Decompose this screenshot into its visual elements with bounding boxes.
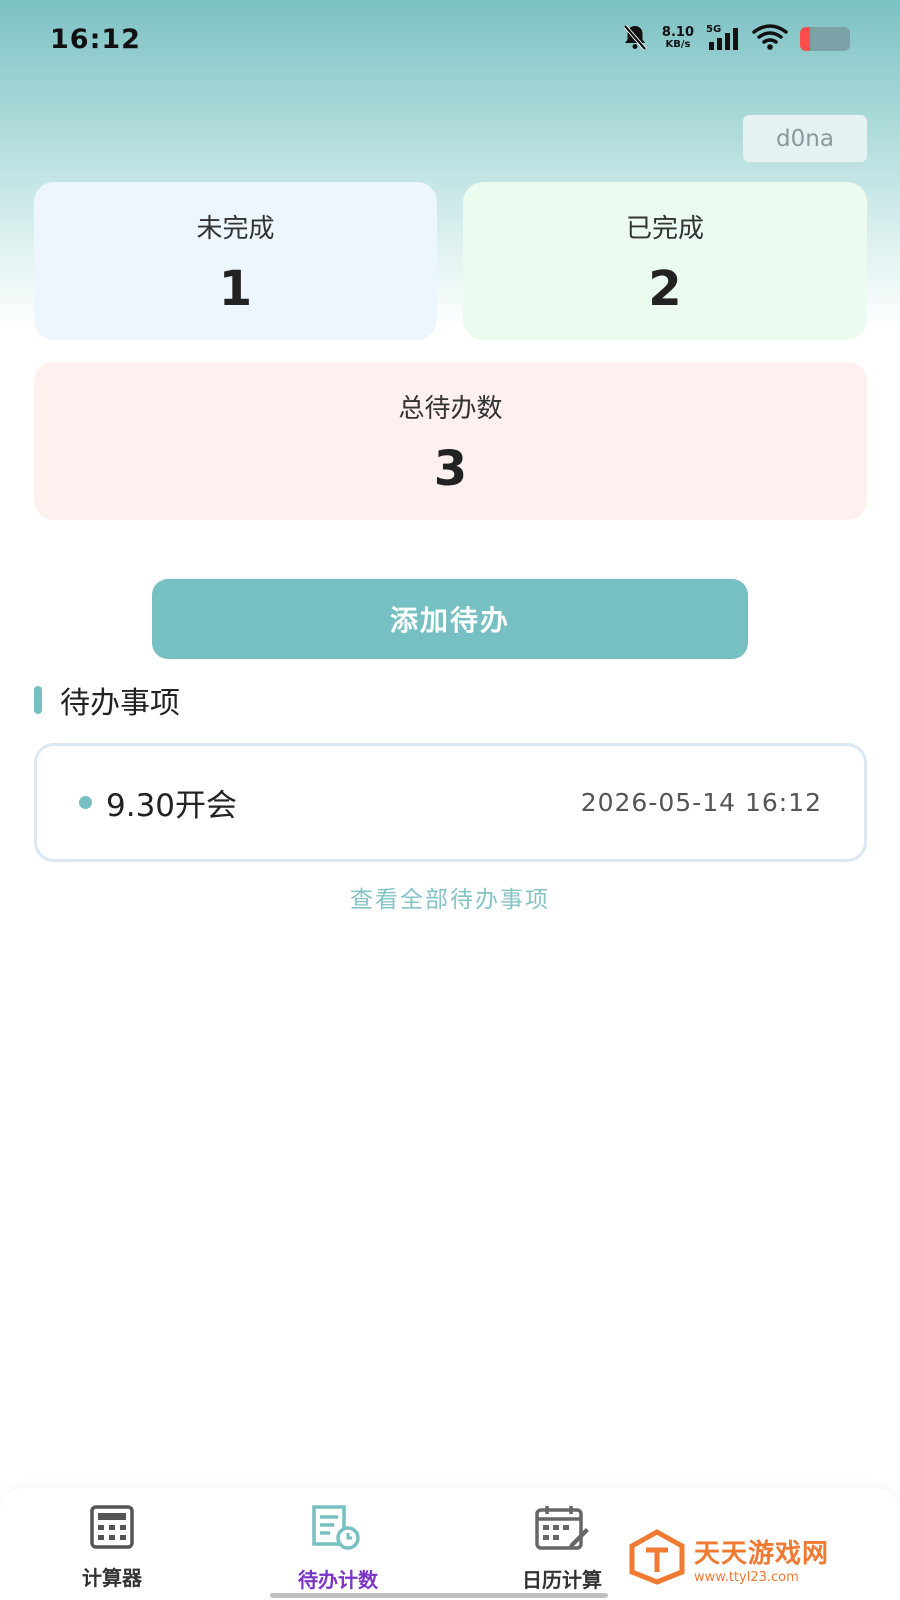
pending-label: 未完成: [196, 214, 275, 244]
pending-count: 1: [218, 261, 253, 317]
add-todo-button[interactable]: 添加待办: [152, 579, 748, 659]
battery-level: [800, 27, 810, 51]
bell-muted-icon: [620, 22, 650, 56]
todo-title: 9.30开会: [106, 788, 238, 824]
todo-icon: [310, 1504, 366, 1556]
signal-icon: 5G: [706, 24, 740, 52]
watermark-logo-icon: [628, 1528, 686, 1590]
bullet-dot-icon: [79, 796, 92, 809]
section-header: 待办事项: [34, 685, 180, 721]
user-chip[interactable]: d0na: [743, 115, 867, 162]
section-accent-bar: [34, 686, 42, 714]
nav-item-calculator[interactable]: 计算器: [12, 1504, 212, 1591]
watermark-url: www.ttyl23.com: [694, 1570, 799, 1585]
battery-icon: [800, 27, 850, 51]
nav-item-todo[interactable]: 待办计数: [238, 1504, 438, 1593]
total-label: 总待办数: [398, 394, 503, 424]
status-time: 16:12: [50, 23, 141, 55]
watermark-name: 天天游戏网: [694, 1539, 830, 1569]
status-bar: 16:12 8.10 KB/s 5G: [0, 0, 900, 78]
view-all-link[interactable]: 查看全部待办事项: [0, 880, 900, 914]
done-label: 已完成: [625, 214, 704, 244]
section-title: 待办事项: [60, 686, 180, 721]
net-speed-unit: KB/s: [665, 39, 691, 50]
home-indicator[interactable]: [270, 1593, 608, 1598]
todo-item[interactable]: 9.30开会 2026-05-14 16:12: [34, 743, 867, 862]
status-icons: 8.10 KB/s 5G: [620, 22, 850, 56]
net-speed: 8.10 KB/s: [661, 25, 694, 51]
pending-stat-card[interactable]: 未完成 1: [34, 182, 437, 340]
nav-label-todo: 待办计数: [298, 1568, 378, 1592]
todo-item-left: 9.30开会: [79, 780, 237, 825]
watermark: 天天游戏网 www.ttyl23.com: [628, 1528, 858, 1590]
todo-time: 2026-05-14 16:12: [580, 788, 822, 817]
watermark-texts: 天天游戏网 www.ttyl23.com: [694, 1533, 829, 1585]
calendar-icon: [534, 1504, 590, 1556]
done-count: 2: [648, 261, 682, 317]
total-count: 3: [433, 441, 468, 497]
nav-label-calendar: 日历计算: [522, 1568, 602, 1592]
net-speed-value: 8.10: [661, 25, 694, 40]
wifi-icon: [752, 23, 788, 55]
done-stat-card[interactable]: 已完成 2: [463, 182, 867, 340]
total-stat-card[interactable]: 总待办数 3: [34, 362, 867, 520]
calculator-icon: [89, 1504, 135, 1554]
nav-label-calculator: 计算器: [82, 1566, 142, 1590]
